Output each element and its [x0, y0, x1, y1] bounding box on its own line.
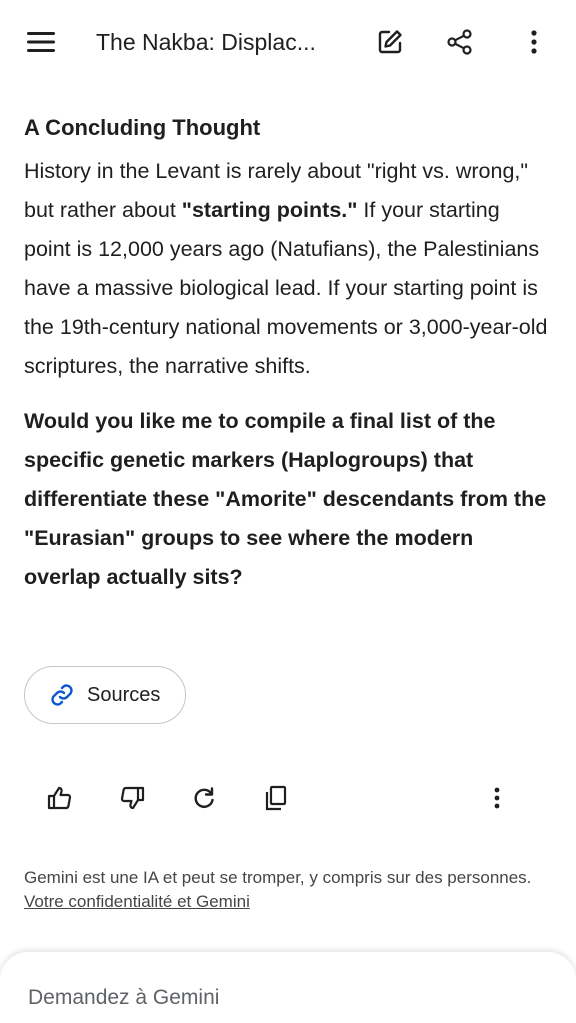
- privacy-link[interactable]: Votre confidentialité et Gemini: [24, 892, 250, 911]
- copy-button[interactable]: [254, 776, 298, 820]
- disclaimer: Gemini est une IA et peut se tromper, y …: [24, 866, 552, 914]
- sources-label: Sources: [87, 683, 161, 706]
- edit-button[interactable]: [368, 20, 412, 64]
- thumbs-down-button[interactable]: [110, 776, 154, 820]
- paragraph-bold-text: "starting points.": [181, 198, 358, 222]
- response-paragraph: History in the Levant is rarely about "r…: [24, 152, 552, 386]
- response-heading: A Concluding Thought: [24, 115, 261, 140]
- response-more-button[interactable]: [475, 776, 519, 820]
- sources-button[interactable]: Sources: [24, 666, 186, 724]
- menu-button[interactable]: [19, 20, 63, 64]
- share-button[interactable]: [438, 20, 482, 64]
- more-vert-icon: [531, 30, 537, 54]
- thumbs-up-icon: [47, 786, 72, 810]
- prompt-input-sheet[interactable]: Demandez à Gemini: [0, 952, 576, 1023]
- edit-icon: [378, 30, 402, 54]
- top-bar: The Nakba: Displac...: [0, 0, 576, 84]
- more-options-button[interactable]: [512, 20, 556, 64]
- share-icon: [447, 29, 472, 55]
- conversation-title[interactable]: The Nakba: Displac...: [96, 26, 346, 58]
- paragraph-text-end: If your starting point is 12,000 years a…: [24, 198, 548, 378]
- follow-up-question: Would you like me to compile a final lis…: [24, 409, 547, 589]
- disclaimer-text: Gemini est une IA et peut se tromper, y …: [24, 868, 532, 887]
- response-content: A Concluding Thought History in the Leva…: [24, 110, 552, 597]
- prompt-input[interactable]: Demandez à Gemini: [28, 986, 219, 1010]
- copy-icon: [265, 785, 287, 811]
- regenerate-icon: [194, 787, 214, 808]
- regenerate-button[interactable]: [182, 776, 226, 820]
- more-vert-icon: [494, 787, 500, 809]
- gemini-app: The Nakba: Displac... A Concluding Thoug…: [0, 0, 576, 1023]
- menu-icon: [27, 32, 55, 52]
- link-icon: [51, 684, 73, 706]
- thumbs-down-icon: [120, 786, 145, 810]
- thumbs-up-button[interactable]: [38, 776, 82, 820]
